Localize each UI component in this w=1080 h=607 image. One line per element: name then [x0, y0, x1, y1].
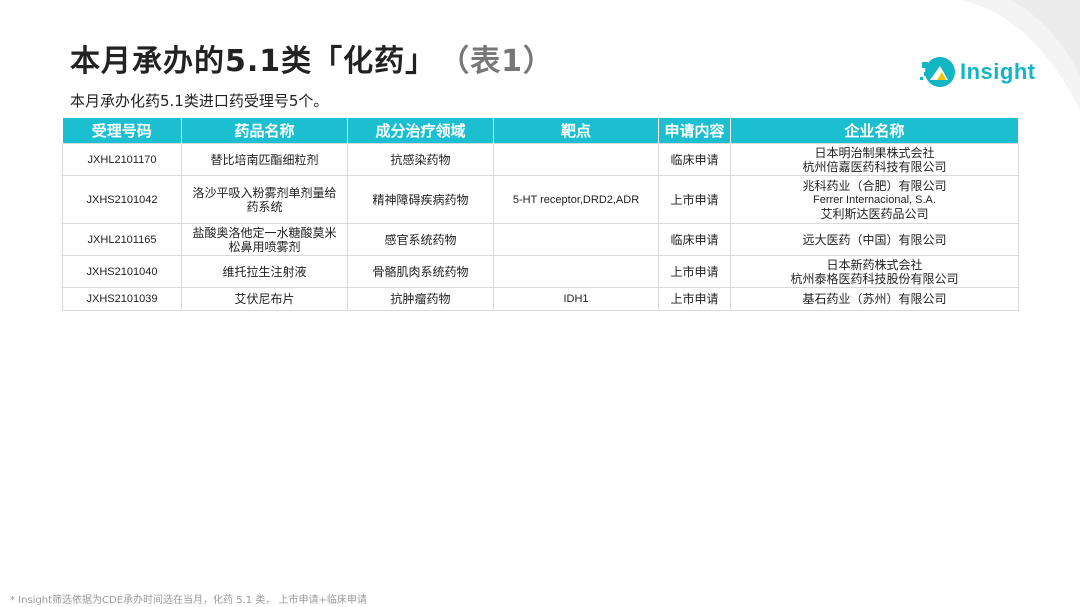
insight-logo: Insight	[918, 52, 1036, 92]
page-subtitle: 本月承办化药5.1类进口药受理号5个。	[70, 92, 329, 110]
page-title-main: 本月承办的5.1类「化药」	[70, 44, 437, 79]
cell-application-type: 上市申请	[658, 175, 731, 224]
cell-therapeutic-area: 抗感染药物	[347, 143, 494, 176]
cell-drug-name: 盐酸奥洛他定一水糖酸莫米 松鼻用喷雾剂	[181, 223, 348, 256]
insight-logo-text: Insight	[960, 59, 1036, 84]
cell-therapeutic-area: 骨骼肌肉系统药物	[347, 255, 494, 288]
header-company-name: 企业名称	[730, 118, 1019, 144]
cell-application-type: 上市申请	[658, 255, 731, 288]
drug-name-line: 替比培南匹酯细粒剂	[210, 152, 319, 167]
cell-therapeutic-area: 感官系统药物	[347, 223, 494, 256]
cell-company-name: 基石药业（苏州）有限公司	[730, 287, 1019, 311]
header-acceptance-number: 受理号码	[62, 118, 182, 144]
table-row: JXHL2101170 替比培南匹酯细粒剂 抗感染药物 临床申请 日本明治制果株…	[62, 143, 1019, 176]
company-name-line: 艾利斯达医药品公司	[820, 206, 929, 221]
cell-acceptance-number: JXHS2101040	[62, 255, 182, 288]
cell-target	[493, 223, 659, 256]
cell-company-name: 兆科药业（合肥）有限公司 Ferrer Internacional, S.A. …	[730, 175, 1019, 224]
header-drug-name: 药品名称	[181, 118, 348, 144]
table-header-row: 受理号码 药品名称 成分治疗领域 靶点 申请内容 企业名称	[62, 118, 1019, 144]
drug-application-table: 受理号码 药品名称 成分治疗领域 靶点 申请内容 企业名称 JXHL210117…	[62, 118, 1019, 311]
cell-target: IDH1	[493, 287, 659, 311]
company-name-line: 日本明治制果株式会社	[814, 145, 935, 160]
insight-logo-icon	[920, 57, 955, 87]
cell-acceptance-number: JXHS2101039	[62, 287, 182, 311]
cell-application-type: 上市申请	[658, 287, 731, 311]
page-title-suffix: （表1）	[454, 44, 555, 79]
company-name-line: 兆科药业（合肥）有限公司	[802, 178, 947, 193]
drug-name-line: 药系统	[246, 199, 283, 214]
cell-drug-name: 洛沙平吸入粉雾剂单剂量给 药系统	[181, 175, 348, 224]
cell-therapeutic-area: 精神障碍疾病药物	[347, 175, 494, 224]
cell-drug-name: 艾伏尼布片	[181, 287, 348, 311]
cell-target	[493, 143, 659, 176]
company-name-line: 远大医药（中国）有限公司	[802, 232, 947, 247]
cell-acceptance-number: JXHS2101042	[62, 175, 182, 224]
page-title: 本月承办的5.1类「化药」 （表1）	[70, 36, 554, 80]
drug-name-line: 维托拉生注射液	[222, 264, 307, 279]
header-target: 靶点	[493, 118, 659, 144]
cell-application-type: 临床申请	[658, 143, 731, 176]
cell-application-type: 临床申请	[658, 223, 731, 256]
company-name-line: 杭州泰格医药科技股份有限公司	[790, 271, 959, 286]
table-row: JXHS2101042 洛沙平吸入粉雾剂单剂量给 药系统 精神障碍疾病药物 5-…	[62, 175, 1019, 224]
drug-name-line: 盐酸奥洛他定一水糖酸莫米	[192, 225, 337, 240]
cell-drug-name: 替比培南匹酯细粒剂	[181, 143, 348, 176]
drug-name-line: 洛沙平吸入粉雾剂单剂量给	[192, 185, 337, 200]
company-name-line: Ferrer Internacional, S.A.	[813, 193, 936, 206]
cell-acceptance-number: JXHL2101170	[62, 143, 182, 176]
cell-target	[493, 255, 659, 288]
table-row: JXHS2101039 艾伏尼布片 抗肿瘤药物 IDH1 上市申请 基石药业（苏…	[62, 287, 1019, 311]
cell-acceptance-number: JXHL2101165	[62, 223, 182, 256]
table-row: JXHS2101040 维托拉生注射液 骨骼肌肉系统药物 上市申请 日本新药株式…	[62, 255, 1019, 288]
company-name-line: 日本新药株式会社	[826, 257, 923, 272]
company-name-line: 杭州倍嘉医药科技有限公司	[802, 159, 947, 174]
drug-name-line: 艾伏尼布片	[234, 292, 295, 306]
cell-company-name: 日本新药株式会社 杭州泰格医药科技股份有限公司	[730, 255, 1019, 288]
cell-company-name: 远大医药（中国）有限公司	[730, 223, 1019, 256]
cell-drug-name: 维托拉生注射液	[181, 255, 348, 288]
company-name-line: 基石药业（苏州）有限公司	[802, 292, 947, 306]
header-application-type: 申请内容	[658, 118, 731, 144]
footnote: * Insight筛选依据为CDE承办时间选在当月，化药 5.1 类， 上市申请…	[10, 595, 367, 606]
cell-company-name: 日本明治制果株式会社 杭州倍嘉医药科技有限公司	[730, 143, 1019, 176]
header-therapeutic-area: 成分治疗领域	[347, 118, 494, 144]
table-row: JXHL2101165 盐酸奥洛他定一水糖酸莫米 松鼻用喷雾剂 感官系统药物 临…	[62, 223, 1019, 256]
cell-target: 5-HT receptor,DRD2,ADR	[493, 175, 659, 224]
cell-therapeutic-area: 抗肿瘤药物	[347, 287, 494, 311]
drug-name-line: 松鼻用喷雾剂	[228, 239, 301, 254]
